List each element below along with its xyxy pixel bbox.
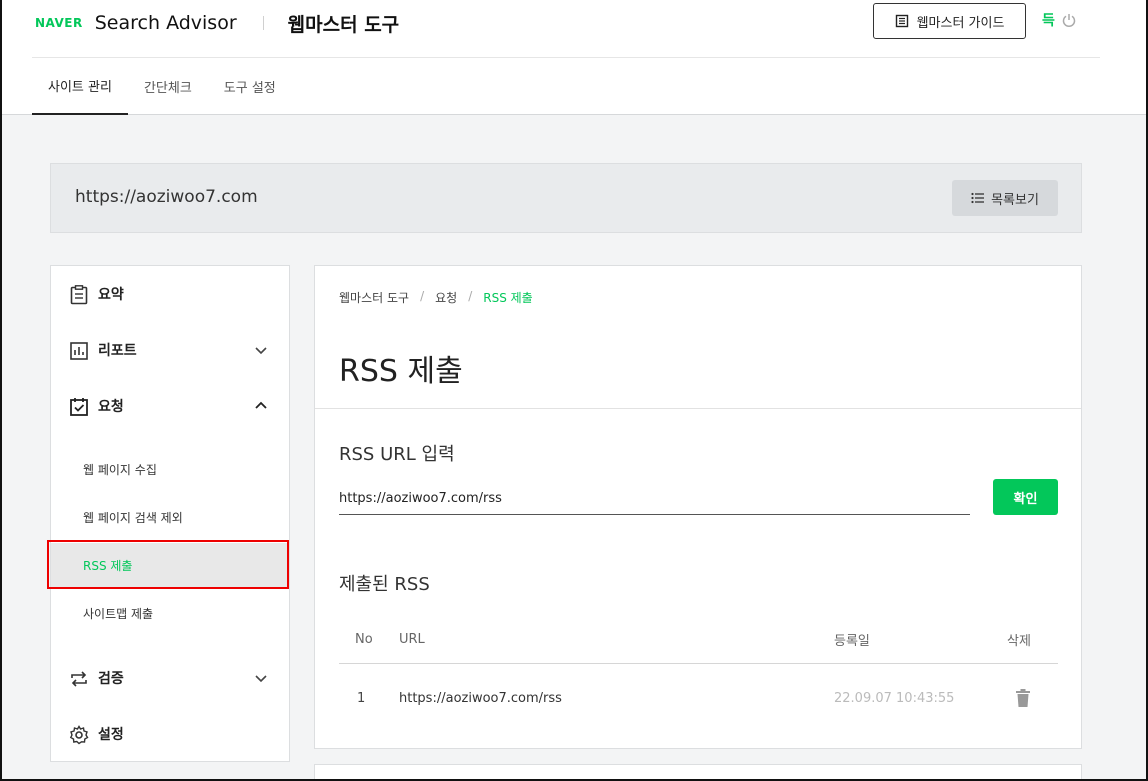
chevron-up-icon <box>255 401 267 409</box>
column-header-delete: 삭제 <box>1007 634 1031 649</box>
breadcrumb-current: RSS 제출 <box>483 291 533 305</box>
user-name[interactable]: 득 <box>1042 10 1055 30</box>
sidebar-subitem-web-page-collect[interactable]: 웹 페이지 수집 <box>51 447 289 491</box>
column-header-url: URL <box>399 632 425 647</box>
sidebar-subitem-label: RSS 제출 <box>83 558 133 573</box>
delete-row-button[interactable] <box>1015 665 1031 731</box>
table-row: 1 https://aoziwoo7.com/rss 22.09.07 10:4… <box>339 665 1058 731</box>
sidebar-subitem-label: 사이트맵 제출 <box>83 606 154 621</box>
tab-label: 도구 설정 <box>223 80 276 96</box>
sidebar-item-label: 검증 <box>98 671 124 687</box>
sidebar-subitem-web-page-exclude[interactable]: 웹 페이지 검색 제외 <box>51 495 289 539</box>
submitted-rss-title: 제출된 RSS <box>339 574 430 595</box>
sidebar-subitem-label: 웹 페이지 검색 제외 <box>83 510 183 525</box>
sidebar-subitem-label: 웹 페이지 수집 <box>83 462 157 477</box>
sidebar-item-label: 리포트 <box>98 343 137 359</box>
tab-tool-settings[interactable]: 도구 설정 <box>208 58 292 114</box>
user-area: 득 <box>1042 10 1077 30</box>
title-divider <box>315 408 1081 409</box>
bottom-panel <box>314 764 1082 781</box>
tool-title: 웹마스터 도구 <box>287 13 400 36</box>
main-panel: 웹마스터 도구 / 요청 / RSS 제출 RSS 제출 RSS URL 입력 … <box>314 265 1082 749</box>
list-view-label: 목록보기 <box>991 192 1039 208</box>
power-icon[interactable] <box>1061 12 1077 28</box>
site-bar: https://aoziwoo7.com 목록보기 <box>50 163 1082 233</box>
brand-divider <box>262 16 264 30</box>
breadcrumb-separator: / <box>468 289 473 303</box>
table-header: No URL 등록일 삭제 <box>339 616 1058 664</box>
sidebar-item-request[interactable]: 요청 <box>51 386 289 426</box>
sidebar-item-summary[interactable]: 요약 <box>51 274 289 314</box>
tab-label: 간단체크 <box>143 80 192 96</box>
sidebar-item-verify[interactable]: 검증 <box>51 658 289 698</box>
page-title: RSS 제출 <box>339 354 463 389</box>
top-header: NAVER Search Advisor 웹마스터 도구 웹마스터 가이드 득 … <box>0 0 1148 115</box>
repeat-icon <box>71 671 87 687</box>
brand-name: Search Advisor <box>94 12 237 34</box>
guide-button-label: 웹마스터 가이드 <box>916 15 1005 31</box>
sidebar-item-settings[interactable]: 설정 <box>51 714 289 754</box>
checkbox-calendar-icon <box>70 398 88 416</box>
chart-icon <box>70 342 88 360</box>
tab-site-management[interactable]: 사이트 관리 <box>32 58 128 115</box>
chevron-down-icon <box>255 675 267 683</box>
sidebar-item-label: 설정 <box>98 727 124 743</box>
column-header-no: No <box>355 632 373 647</box>
site-url: https://aoziwoo7.com <box>75 187 258 207</box>
breadcrumb-item[interactable]: 웹마스터 도구 <box>339 289 409 306</box>
webmaster-guide-button[interactable]: 웹마스터 가이드 <box>873 3 1026 39</box>
sidebar-subitem-rss-submit[interactable]: RSS 제출 <box>51 543 289 587</box>
row-url: https://aoziwoo7.com/rss <box>399 690 562 706</box>
row-no: 1 <box>357 690 366 706</box>
clipboard-icon <box>70 285 88 305</box>
sidebar: 요약 리포트 요청 웹 페이지 수집 웹 페이지 검색 제외 RSS 제출 사이… <box>50 265 290 762</box>
rss-url-input[interactable] <box>339 483 970 515</box>
brand[interactable]: NAVER Search Advisor 웹마스터 도구 <box>35 9 399 37</box>
trash-icon <box>1016 689 1030 707</box>
list-view-button[interactable]: 목록보기 <box>952 180 1058 216</box>
sidebar-subitem-sitemap-submit[interactable]: 사이트맵 제출 <box>51 591 289 635</box>
chevron-down-icon <box>255 347 267 355</box>
gear-icon <box>69 725 89 745</box>
row-date: 22.09.07 10:43:55 <box>834 690 955 706</box>
list-icon <box>971 192 985 204</box>
breadcrumb-item[interactable]: 요청 <box>435 289 457 306</box>
naver-logo: NAVER <box>35 16 83 30</box>
column-header-date: 등록일 <box>834 634 870 649</box>
tab-label: 사이트 관리 <box>48 80 112 95</box>
tab-simple-check[interactable]: 간단체크 <box>128 58 208 114</box>
rss-url-input-title: RSS URL 입력 <box>339 444 455 465</box>
sidebar-item-report[interactable]: 리포트 <box>51 330 289 370</box>
sidebar-item-label: 요청 <box>98 399 124 415</box>
main-tabs: 사이트 관리 간단체크 도구 설정 <box>32 58 292 115</box>
breadcrumb-separator: / <box>420 289 425 303</box>
sidebar-item-label: 요약 <box>98 287 124 303</box>
book-icon <box>895 14 908 28</box>
breadcrumb: 웹마스터 도구 / 요청 / RSS 제출 <box>339 289 533 306</box>
confirm-button[interactable]: 확인 <box>993 479 1058 515</box>
